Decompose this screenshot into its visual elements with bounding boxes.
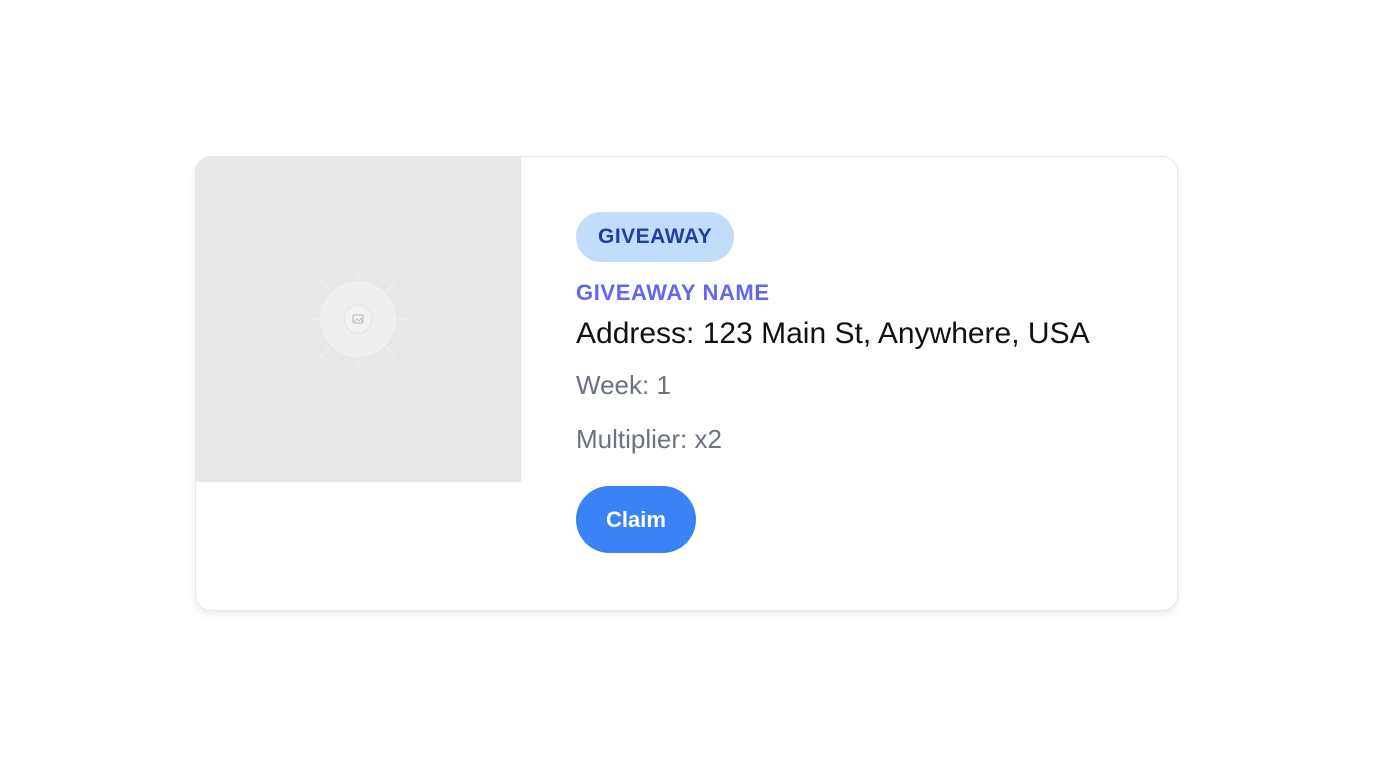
giveaway-multiplier: Multiplier: x2 <box>576 424 722 454</box>
image-placeholder-icon <box>308 269 408 369</box>
giveaway-card: GIVEAWAY GIVEAWAY NAME Address: 123 Main… <box>195 156 1178 611</box>
giveaway-name: GIVEAWAY NAME <box>576 280 770 305</box>
giveaway-week: Week: 1 <box>576 370 671 400</box>
giveaway-badge: GIVEAWAY <box>576 212 735 262</box>
claim-button[interactable]: Claim <box>576 486 696 553</box>
giveaway-details: GIVEAWAY GIVEAWAY NAME Address: 123 Main… <box>576 212 1090 553</box>
giveaway-image <box>196 157 521 482</box>
giveaway-address: Address: 123 Main St, Anywhere, USA <box>576 317 1090 350</box>
